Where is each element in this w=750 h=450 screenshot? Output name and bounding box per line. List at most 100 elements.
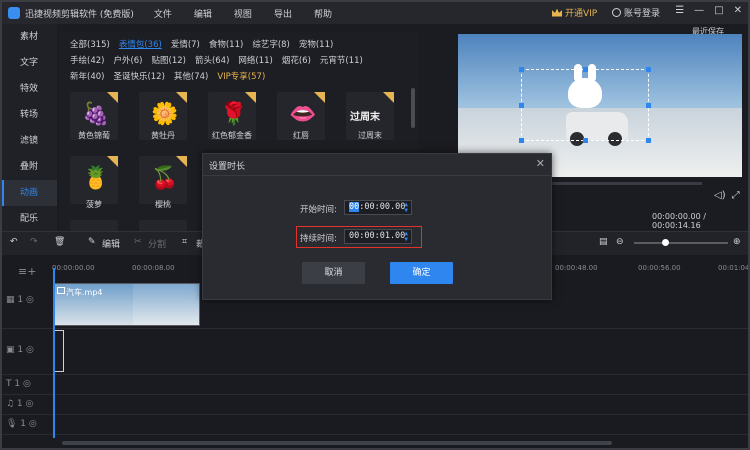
zoom-slider[interactable] [634, 242, 728, 244]
zoom-out-icon[interactable]: ⊖ [616, 237, 624, 247]
selection-box[interactable] [519, 67, 651, 143]
maximize-icon[interactable]: □ [714, 5, 723, 16]
minimize-icon[interactable]: — [694, 5, 704, 16]
close-icon[interactable]: ✕ [734, 5, 742, 16]
crop-icon[interactable]: ⌗ [182, 237, 187, 247]
resize-handle[interactable] [583, 138, 588, 143]
resize-handle[interactable] [583, 67, 588, 72]
sticker-label: 菠萝 [86, 200, 102, 209]
ruler-tick: 00:01:04.00 [718, 264, 750, 272]
app-logo-icon [8, 7, 20, 19]
nav-item-overlay[interactable]: 叠附 [2, 154, 57, 180]
menu-view[interactable]: 视图 [234, 7, 252, 20]
dialog-close-icon[interactable]: ✕ [536, 157, 545, 170]
sticker-item[interactable]: 🍍 [70, 156, 118, 204]
category-vip[interactable]: VIP专享(57) [217, 70, 265, 82]
video-clip-icon [57, 287, 65, 294]
playhead[interactable] [53, 268, 55, 438]
category-arrows[interactable]: 箭头(64) [195, 54, 229, 66]
preview-timecode: 00:00:00.00 / 00:00:14.16 [652, 212, 706, 230]
resize-handle[interactable] [646, 67, 651, 72]
panel-scrollbar[interactable] [411, 88, 415, 128]
sticker-grape-icon: 🍇 [82, 102, 110, 127]
text-track-icon: T 1 ◎ [6, 379, 31, 389]
category-food[interactable]: 食物(11) [209, 38, 243, 50]
category-newyear[interactable]: 新年(40) [70, 70, 104, 82]
split-icon[interactable]: ✂ [134, 237, 142, 247]
category-variety[interactable]: 综艺字(8) [252, 38, 290, 50]
menu-edit[interactable]: 编辑 [194, 7, 212, 20]
subtitle-icon[interactable]: ▤ [599, 237, 608, 247]
category-other[interactable]: 其他(74) [174, 70, 208, 82]
edit-button[interactable]: 编辑 [102, 237, 120, 250]
split-button[interactable]: 分割 [148, 237, 166, 250]
ok-button[interactable]: 确定 [390, 262, 453, 284]
sticker-item[interactable] [139, 220, 187, 231]
category-outdoor[interactable]: 户外(6) [113, 54, 142, 66]
fullscreen-icon[interactable]: ⤢ [732, 190, 740, 201]
category-emoji[interactable]: 表情包(36) [119, 38, 162, 50]
category-love[interactable]: 爱情(7) [171, 38, 200, 50]
login-button[interactable]: 账号登录 [612, 6, 660, 19]
sticker-cherry-icon: 🍒 [151, 166, 179, 191]
duration-spinner-icon[interactable]: ▲ ▼ [404, 231, 408, 243]
edit-icon[interactable]: ✎ [88, 237, 96, 247]
category-all[interactable]: 全部(315) [70, 38, 110, 50]
menu-icon[interactable]: ☰ [675, 5, 684, 16]
overlay-clip[interactable] [54, 330, 64, 372]
vip-label: 开通VIP [565, 9, 598, 19]
timeline-scrollbar[interactable] [62, 441, 612, 445]
resize-handle[interactable] [519, 103, 524, 108]
redo-icon[interactable]: ↷ [30, 237, 38, 247]
nav-item-filters[interactable]: 滤镜 [2, 128, 57, 154]
left-nav: 素材 文字 特效 转场 滤镜 叠附 动画 配乐 [2, 24, 57, 231]
sticker-tulip-icon: 🌹 [220, 102, 248, 127]
delete-icon[interactable]: 🗑 [54, 237, 65, 247]
category-pets[interactable]: 宠物(11) [299, 38, 333, 50]
download-badge-icon [383, 92, 394, 103]
nav-item-animation[interactable]: 动画 [2, 180, 57, 206]
menu-help[interactable]: 帮助 [314, 7, 332, 20]
start-time-input[interactable]: 00:00:00.00 ▲ ▼ [344, 200, 412, 215]
undo-icon[interactable]: ↶ [10, 237, 18, 247]
ruler-tick: 00:00:08.00 [132, 264, 175, 272]
sticker-label: 过周末 [358, 131, 382, 140]
sticker-pineapple-icon: 🍍 [82, 166, 110, 191]
add-track-icon[interactable]: ≡+ [18, 265, 36, 278]
overlay-track-icon: ▣ 1 ◎ [6, 345, 34, 355]
zoom-in-icon[interactable]: ⊕ [733, 237, 741, 247]
category-handdrawn[interactable]: 手绘(42) [70, 54, 104, 66]
nav-item-text[interactable]: 文字 [2, 50, 57, 76]
start-time-spinner-icon[interactable]: ▲ ▼ [404, 202, 408, 214]
resize-handle[interactable] [519, 138, 524, 143]
start-time-label: 开始时间: [300, 205, 337, 215]
resize-handle[interactable] [646, 138, 651, 143]
menu-file[interactable]: 文件 [154, 7, 172, 20]
zoom-slider-knob[interactable] [662, 239, 669, 246]
category-stickers[interactable]: 贴图(12) [152, 54, 186, 66]
window-controls: ☰ — □ ✕ [675, 5, 742, 16]
menu-export[interactable]: 导出 [274, 7, 292, 20]
resize-handle[interactable] [646, 103, 651, 108]
vip-button[interactable]: 开通VIP [552, 6, 597, 19]
nav-item-transitions[interactable]: 转场 [2, 102, 57, 128]
cancel-button[interactable]: 取消 [302, 262, 365, 284]
category-lantern[interactable]: 元宵节(11) [320, 54, 363, 66]
category-fireworks[interactable]: 烟花(6) [282, 54, 311, 66]
video-clip[interactable]: 汽车.mp4 [54, 283, 200, 326]
app-window: 迅捷视频剪辑软件 (免费版) 文件 编辑 视图 导出 帮助 开通VIP 账号登录… [0, 0, 750, 450]
category-row: 手绘(42) 户外(6) 贴图(12) 箭头(64) 网络(11) 烟花(6) … [70, 54, 363, 66]
sticker-item[interactable]: 🍒 [139, 156, 187, 204]
sticker-label: 红唇 [293, 131, 309, 140]
dialog-divider [203, 175, 551, 176]
nav-item-material[interactable]: 素材 [2, 24, 57, 50]
category-christmas[interactable]: 圣诞快乐(12) [113, 70, 164, 82]
sticker-item[interactable] [70, 220, 118, 231]
nav-item-music[interactable]: 配乐 [2, 206, 57, 232]
category-network[interactable]: 网络(11) [238, 54, 272, 66]
volume-icon[interactable]: ◁) [714, 190, 726, 201]
duration-input[interactable]: 00:00:01.00 ▲ ▼ [344, 229, 412, 244]
resize-handle[interactable] [519, 67, 524, 72]
ruler-tick: 00:00:00.00 [52, 264, 95, 272]
nav-item-effects[interactable]: 特效 [2, 76, 57, 102]
